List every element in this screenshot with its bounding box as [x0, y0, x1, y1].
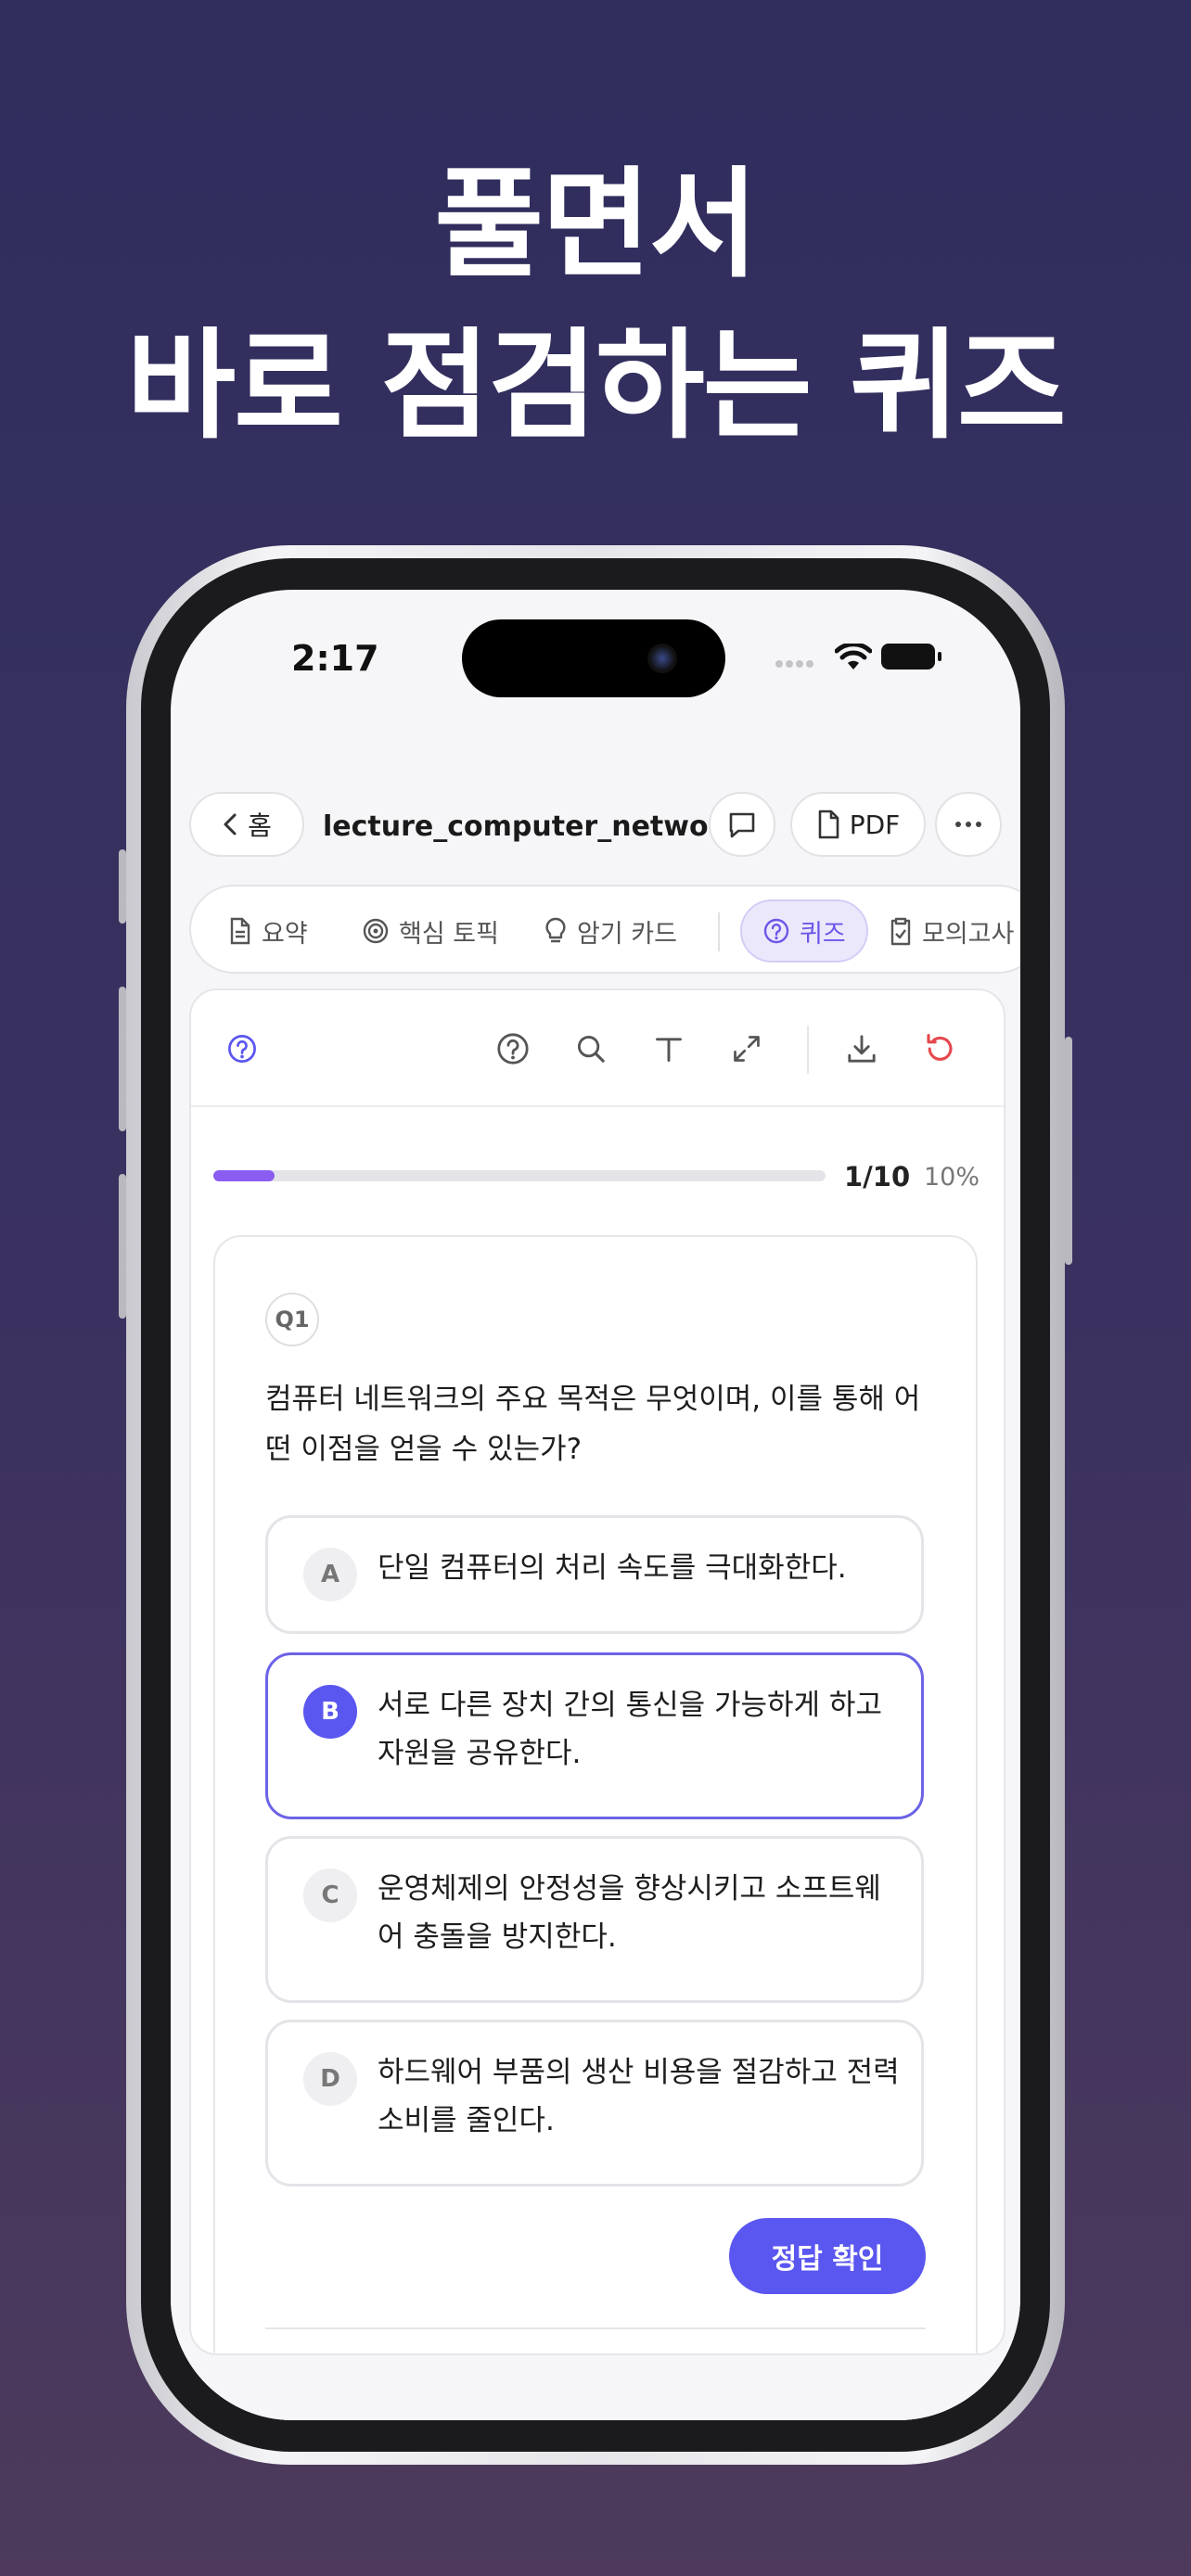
status-time: 2:17: [291, 638, 379, 679]
more-horizontal-icon: [955, 822, 981, 827]
document-title: lecture_computer_networks: [323, 810, 758, 843]
option-text: 단일 컴퓨터의 처리 속도를 극대화한다.: [378, 1551, 847, 1585]
quiz-mode-icon: [223, 1029, 262, 1068]
phone-volume-down-button: [119, 1174, 126, 1319]
search-button[interactable]: [571, 1029, 610, 1068]
tab-summary-label: 요약: [262, 919, 308, 949]
feature-tabs: 요약 핵심 토픽 암기 카드 퀴즈 모의고사: [189, 885, 1020, 974]
headline-line-2: 바로 점검하는 퀴즈: [126, 317, 1066, 455]
quiz-toolbar: [191, 990, 1004, 1107]
option-a[interactable]: A 단일 컴퓨터의 처리 속도를 극대화한다.: [265, 1515, 924, 1634]
lightbulb-icon: [545, 917, 566, 943]
option-text: 하드웨어 부품의 생산 비용을 절감하고 전력 소비를 줄인다.: [378, 2056, 900, 2137]
option-letter: D: [303, 2052, 357, 2106]
quiz-card: 1/10 10% Q1 컴퓨터 네트워크의 주요 목적은 무엇이며, 이를 통해…: [189, 988, 1005, 2355]
help-button[interactable]: [493, 1029, 532, 1068]
clipboard-icon: [890, 917, 911, 946]
battery-icon: [881, 644, 935, 670]
home-label: 홈: [248, 810, 272, 841]
headline-line-1: 풀면서: [434, 156, 758, 294]
wifi-icon: [835, 644, 872, 670]
toolbar-divider: [807, 1026, 809, 1074]
tab-key-topics-label: 핵심 토픽: [399, 919, 499, 949]
option-letter: B: [303, 1685, 357, 1739]
chat-button[interactable]: [709, 792, 775, 857]
option-letter: C: [303, 1868, 357, 1922]
tab-key-topics[interactable]: 핵심 토픽: [362, 899, 499, 963]
option-c[interactable]: C 운영체제의 안정성을 향상시키고 소프트웨어 충돌을 방지한다.: [265, 1836, 924, 2003]
progress-count: 1/10: [844, 1161, 911, 1192]
option-d[interactable]: D 하드웨어 부품의 생산 비용을 절감하고 전력 소비를 줄인다.: [265, 2020, 924, 2187]
app-content: 홈 lecture_computer_networks PDF 요약 핵심 토픽: [171, 720, 1020, 2420]
expand-button[interactable]: [727, 1029, 766, 1068]
target-icon: [363, 918, 389, 944]
phone-screen: 2:17 홈 lecture_computer_networks PDF 요약 …: [171, 590, 1020, 2420]
phone-volume-up-button: [119, 987, 126, 1131]
download-icon: [848, 1035, 876, 1063]
tab-quiz[interactable]: 퀴즈: [740, 899, 868, 963]
progress-bar-fill: [213, 1170, 275, 1181]
document-icon: [230, 917, 250, 945]
signal-icon: [775, 657, 818, 668]
download-button[interactable]: [842, 1029, 881, 1068]
question-divider: [265, 2327, 926, 2329]
question-circle-icon: [228, 1035, 256, 1063]
file-icon: [818, 810, 839, 839]
reset-button[interactable]: [920, 1029, 959, 1068]
chat-icon: [729, 812, 755, 838]
more-options-button[interactable]: [935, 792, 1002, 857]
dynamic-island: [462, 619, 725, 697]
question-text: 컴퓨터 네트워크의 주요 목적은 무엇이며, 이를 통해 어떤 이점을 얻을 수…: [265, 1383, 921, 1466]
question-number-badge: Q1: [265, 1293, 319, 1346]
tab-mock-exam[interactable]: 모의고사: [889, 899, 1014, 963]
option-text: 서로 다른 장치 간의 통신을 가능하게 하고 자원을 공유한다.: [378, 1689, 882, 1770]
search-icon: [577, 1035, 605, 1063]
phone-power-button: [1065, 1037, 1072, 1265]
tab-summary[interactable]: 요약: [228, 899, 308, 963]
phone-action-button: [119, 849, 126, 924]
progress-bar: [213, 1170, 826, 1181]
home-indicator-area: [171, 2355, 1020, 2420]
question-box: Q1 컴퓨터 네트워크의 주요 목적은 무엇이며, 이를 통해 어떤 이점을 얻…: [213, 1235, 978, 2353]
pdf-button[interactable]: PDF: [790, 792, 926, 857]
tab-mock-exam-label: 모의고사: [922, 919, 1015, 949]
option-letter: A: [303, 1548, 357, 1601]
question-icon: [763, 918, 789, 944]
battery-tip: [938, 652, 941, 661]
tab-flashcards-label: 암기 카드: [577, 919, 677, 949]
option-text: 운영체제의 안정성을 향상시키고 소프트웨어 충돌을 방지한다.: [378, 1872, 881, 1954]
option-b[interactable]: B 서로 다른 장치 간의 통신을 가능하게 하고 자원을 공유한다.: [265, 1652, 924, 1819]
chevron-left-icon: [224, 813, 237, 835]
help-icon: [497, 1033, 529, 1065]
text-size-button[interactable]: [649, 1029, 688, 1068]
expand-icon: [734, 1036, 760, 1062]
pdf-label: PDF: [849, 809, 901, 840]
home-button[interactable]: 홈: [189, 792, 304, 857]
text-icon: [656, 1038, 682, 1062]
reset-icon: [927, 1034, 953, 1061]
camera-icon: [647, 644, 677, 673]
tab-divider: [718, 912, 720, 951]
progress-percent: 10%: [924, 1163, 980, 1192]
tab-flashcards[interactable]: 암기 카드: [544, 899, 677, 963]
tab-quiz-label: 퀴즈: [800, 919, 846, 949]
check-answer-button[interactable]: 정답 확인: [729, 2218, 926, 2294]
